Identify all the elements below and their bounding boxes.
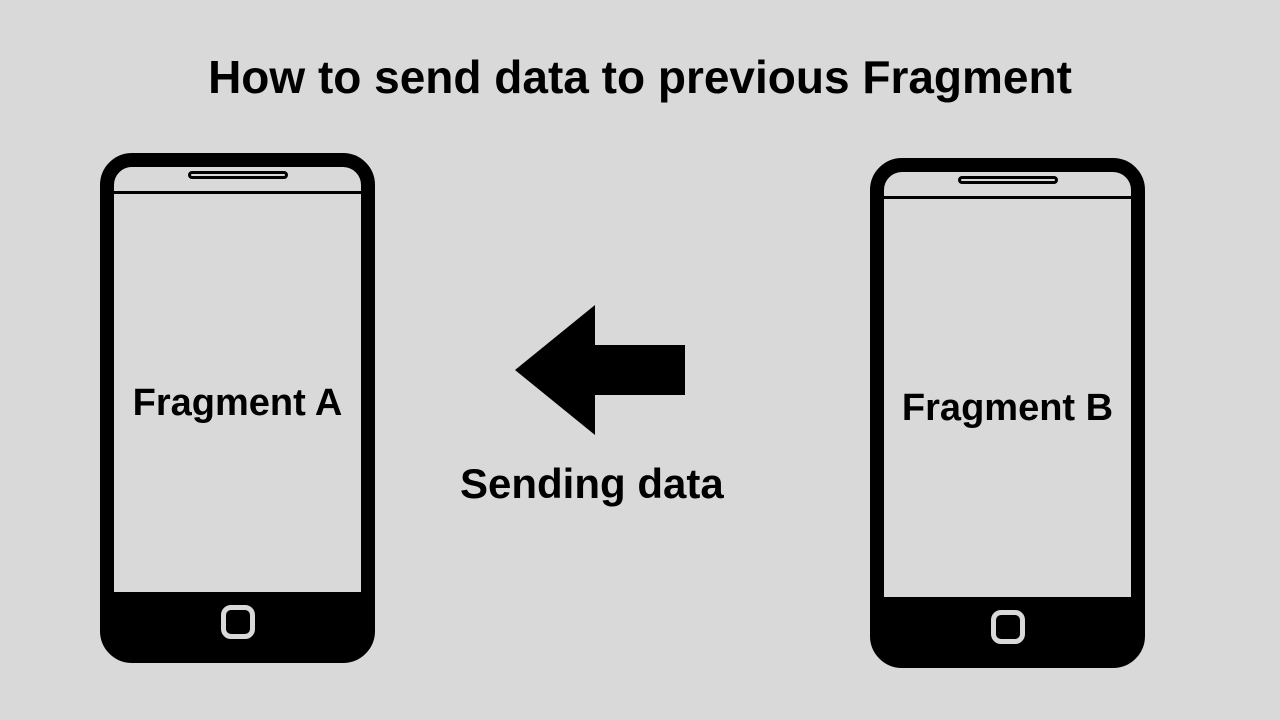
arrow-left-icon [515,305,685,435]
arrow-caption: Sending data [460,460,724,508]
phone-speaker-icon [188,171,288,179]
home-button-icon [221,605,255,639]
phone-b: Fragment B [870,158,1145,668]
phone-b-label: Fragment B [902,387,1113,430]
home-button-icon [991,610,1025,644]
phone-a: Fragment A [100,153,375,663]
phone-divider-top [884,196,1131,199]
diagram-title: How to send data to previous Fragment [208,50,1072,104]
phone-speaker-icon [958,176,1058,184]
phone-a-label: Fragment A [133,382,343,425]
phone-divider-top [114,191,361,194]
